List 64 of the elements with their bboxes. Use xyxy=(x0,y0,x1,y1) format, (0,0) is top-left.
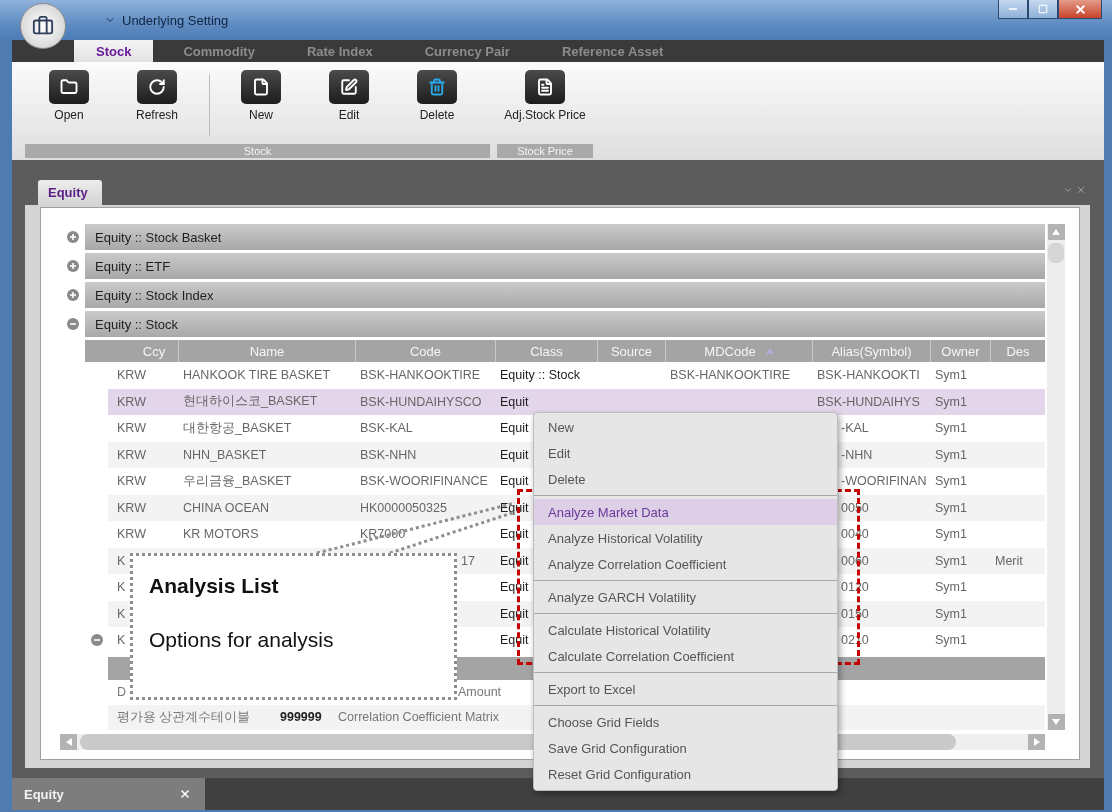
table-cell: 999999 xyxy=(280,710,322,724)
table-cell: HK0000050325 xyxy=(360,500,447,515)
table-cell: NHN_BASKET xyxy=(183,447,267,462)
table-cell: Equit xyxy=(500,527,529,542)
table-cell: 우리금융_BASKET xyxy=(183,472,292,490)
table-cell: Equit xyxy=(500,606,529,621)
table-cell: -WOORIFINAN xyxy=(841,474,927,489)
table-cell: 17 xyxy=(461,553,475,568)
ribbon-group-label: Stock xyxy=(25,144,490,158)
callout-title: Analysis List xyxy=(149,574,280,598)
table-cell: Equit xyxy=(500,421,529,436)
table-cell: BSK-HANKOOKTI xyxy=(817,368,920,383)
table-cell: HANKOOK TIRE BASKET xyxy=(183,368,331,383)
table-cell: Equit xyxy=(500,580,529,595)
table-cell: Merit xyxy=(995,553,1023,568)
table-cell: Sym1 xyxy=(935,500,967,515)
table-cell: Sym1 xyxy=(935,421,967,436)
table-cell: KRW xyxy=(117,447,146,462)
callout-text: Options for analysis xyxy=(149,628,335,652)
table-cell: D xyxy=(117,685,127,699)
table-cell: K xyxy=(117,553,126,568)
ribbon-group-label: Stock Price xyxy=(497,144,593,158)
table-cell: Sym1 xyxy=(935,553,967,568)
table-cell: Amount xyxy=(458,685,502,699)
table-cell: 평가용 상관계수테이블 xyxy=(117,708,251,726)
table-cell: BSK-NHN xyxy=(360,447,417,462)
table-cell: 현대하이스코_BASKET xyxy=(183,393,318,411)
table-cell: K xyxy=(117,580,126,595)
table-cell: Equit xyxy=(500,474,529,489)
table-cell: Equit xyxy=(500,553,529,568)
table-cell: KRW xyxy=(117,527,146,542)
table-cell: Sym1 xyxy=(935,580,967,595)
table-cell: Equit xyxy=(500,394,529,409)
table-cell: BSK-HANKOOKTIRE xyxy=(670,368,791,383)
table-cell: Sym1 xyxy=(935,447,967,462)
table-cell: Sym1 xyxy=(935,606,967,621)
table-cell: K xyxy=(117,606,126,621)
table-cell: BSK-HUNDAIHYS xyxy=(817,394,920,409)
table-cell: KRW xyxy=(117,474,146,489)
table-cell: KRW xyxy=(117,394,146,409)
table-cell: Sym1 xyxy=(935,368,967,383)
table-cell: Equity :: Stock xyxy=(500,368,580,383)
table-cell: BSK-WOORIFINANCE xyxy=(360,474,488,489)
window-title: Underlying Setting xyxy=(122,12,229,28)
table-cell: BSK-HANKOOKTIRE xyxy=(360,368,481,383)
table-cell: Equit xyxy=(500,500,529,515)
table-cell: Equit xyxy=(500,447,529,462)
table-cell: K xyxy=(117,633,126,648)
table-cell: -NHN xyxy=(841,447,873,462)
table-cell: Sym1 xyxy=(935,527,967,542)
table-cell: KRW xyxy=(117,368,146,383)
table-cell: BSK-HUNDAIHYSCO xyxy=(360,394,482,409)
table-cell: Sym1 xyxy=(935,474,967,489)
table-cell: Sym1 xyxy=(935,394,967,409)
table-cell: BSK-KAL xyxy=(360,421,413,436)
table-cell: Sym1 xyxy=(935,633,967,648)
table-cell: KR MOTORS xyxy=(183,527,259,542)
table-cell: -KAL xyxy=(841,421,869,436)
table-cell: KRW xyxy=(117,421,146,436)
table-cell: Correlation Coefficient Matrix xyxy=(338,710,499,724)
table-cell: Equit xyxy=(500,633,529,648)
table-cell: KRW xyxy=(117,500,146,515)
table-cell: 대한항공_BASKET xyxy=(183,419,292,437)
table-cell: CHINA OCEAN xyxy=(183,500,270,515)
